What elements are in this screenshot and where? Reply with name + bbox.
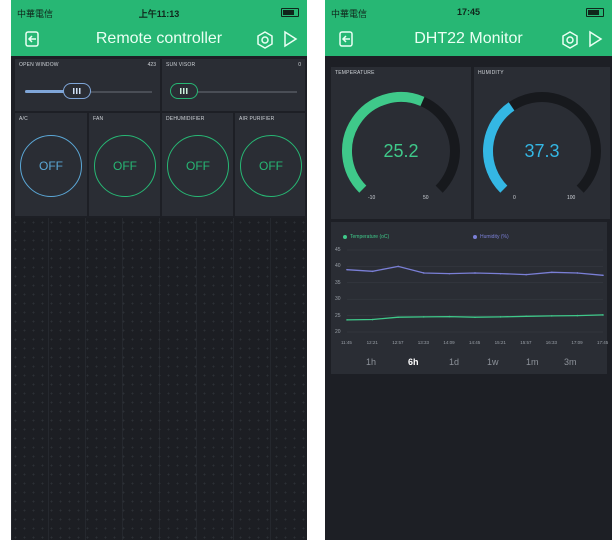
humidity-point	[576, 272, 579, 274]
range-1w[interactable]: 1w	[487, 357, 499, 367]
x-tick-label: 14:09	[443, 340, 455, 345]
button-label: FAN	[93, 116, 104, 122]
dehumidifier-toggle-button[interactable]: OFF	[167, 135, 229, 197]
gear-icon[interactable]	[255, 30, 275, 55]
empty-area	[325, 378, 612, 540]
dht22-monitor-screen: 中華電信 17:45 DHT22 Monitor TEMPERATURE 25.…	[325, 0, 612, 540]
x-tick-label: 15:57	[520, 340, 532, 345]
range-6h[interactable]: 6h	[408, 357, 419, 367]
fan-toggle-button[interactable]: OFF	[94, 135, 156, 197]
temperature-point	[525, 315, 527, 318]
slider-value: 0	[298, 62, 301, 68]
humidity-point	[602, 274, 604, 277]
humidity-series-line	[346, 265, 604, 276]
y-tick-label: 35	[335, 279, 341, 286]
button-label: A/C	[19, 116, 28, 122]
status-bar: 中華電信 上午11:13	[11, 0, 307, 24]
ac-button-widget: A/C OFF	[15, 113, 87, 216]
temperature-point	[423, 316, 425, 318]
x-tick-label: 17:09	[571, 340, 583, 345]
humidity-point	[525, 273, 527, 276]
x-tick-label: 12:21	[366, 340, 378, 345]
sun-visor-slider[interactable]: SUN VISOR 0	[162, 59, 305, 111]
range-1h[interactable]: 1h	[366, 357, 376, 367]
play-icon[interactable]	[281, 30, 299, 53]
humidity-point	[499, 272, 502, 275]
ac-toggle-button[interactable]: OFF	[20, 135, 82, 197]
humidity-point	[551, 271, 553, 274]
battery-icon	[281, 8, 299, 17]
fan-button-widget: FAN OFF	[89, 113, 160, 216]
y-tick-label: 30	[335, 296, 341, 303]
temperature-point	[576, 314, 579, 317]
temperature-point	[499, 316, 502, 318]
button-label: AIR PURIFIER	[239, 116, 275, 122]
x-tick-label: 13:33	[417, 340, 430, 345]
temperature-point	[474, 316, 476, 319]
x-tick-label: 12:57	[392, 340, 404, 345]
temperature-point	[397, 316, 399, 319]
x-tick-label: 17:45	[597, 340, 609, 345]
y-tick-label: 40	[335, 263, 341, 270]
y-tick-label: 45	[335, 247, 341, 253]
status-time: 上午11:13	[138, 9, 180, 19]
temperature-point	[346, 319, 348, 321]
temperature-point	[551, 315, 553, 317]
temperature-point	[371, 318, 374, 321]
range-1m[interactable]: 1m	[526, 357, 539, 367]
range-1d[interactable]: 1d	[449, 357, 459, 367]
remote-controller-screen: 中華電信 上午11:13 Remote controller OPEN WIND…	[11, 0, 307, 540]
slider-label: OPEN WINDOW	[19, 62, 59, 68]
air-purifier-toggle-button[interactable]: OFF	[240, 135, 302, 197]
empty-grid-area	[11, 218, 307, 540]
dehumidifier-button-widget: DEHUMIDIFIER OFF	[162, 113, 233, 216]
x-tick-label: 14:45	[469, 340, 481, 345]
temperature-point	[602, 314, 604, 316]
humidity-point	[346, 268, 348, 271]
range-3m[interactable]: 3m	[564, 357, 577, 367]
humidity-point	[397, 265, 399, 268]
slider-value: 423	[147, 62, 156, 68]
humidity-point	[474, 272, 476, 274]
button-label: DEHUMIDIFIER	[166, 116, 205, 122]
slider-label: SUN VISOR	[166, 62, 196, 68]
x-tick-label: 16:33	[545, 340, 558, 345]
y-tick-label: 25	[335, 312, 341, 319]
temperature-point	[448, 315, 451, 318]
humidity-point	[371, 270, 374, 273]
humidity-point	[423, 272, 425, 274]
air-purifier-button-widget: AIR PURIFIER OFF	[235, 113, 305, 216]
humidity-point	[448, 272, 451, 275]
history-line-chart	[346, 249, 604, 333]
slider-thumb[interactable]	[170, 83, 198, 99]
slider-thumb[interactable]	[63, 83, 91, 99]
x-tick-label: 11:45	[341, 340, 352, 345]
x-tick-label: 15:21	[494, 340, 506, 345]
app-bar: Remote controller	[11, 24, 307, 56]
open-window-slider[interactable]: OPEN WINDOW 423	[15, 59, 160, 111]
y-tick-label: 20	[335, 329, 341, 335]
